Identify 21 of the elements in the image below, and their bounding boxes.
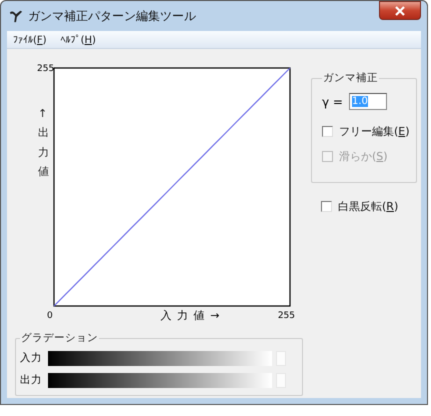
y-axis-label: ↑出力値 [38,106,49,180]
group-title: ガンマ補正 [322,71,379,85]
gradient-label: 出力 [20,373,43,387]
checkbox-label: 滑らか(S) [339,149,388,164]
group-title: グラデーション [20,331,99,345]
y-tick-label: 255 [37,64,54,74]
menu-item[interactable]: ﾌｧｲﾙ(F) [13,34,47,46]
checkbox-label: 白黒反転(R) [338,199,398,214]
x-tick-label: 255 [278,310,295,320]
gamma-label: γ = [322,94,343,108]
close-button[interactable] [379,1,421,20]
window-title: ガンマ補正パターン編集ツール [28,8,196,24]
checkbox[interactable] [321,201,332,212]
x-tick-label: 0 [47,310,53,320]
checkbox[interactable] [322,126,333,137]
menu-item[interactable]: ﾍﾙﾌﾟ(H) [60,34,96,46]
x-axis-label: 入 力 値 → [160,308,220,323]
gradient-label: 入力 [20,351,43,365]
close-icon [395,6,405,16]
checkbox-label: フリー編集(E) [339,124,410,139]
gamma-icon [9,9,23,23]
